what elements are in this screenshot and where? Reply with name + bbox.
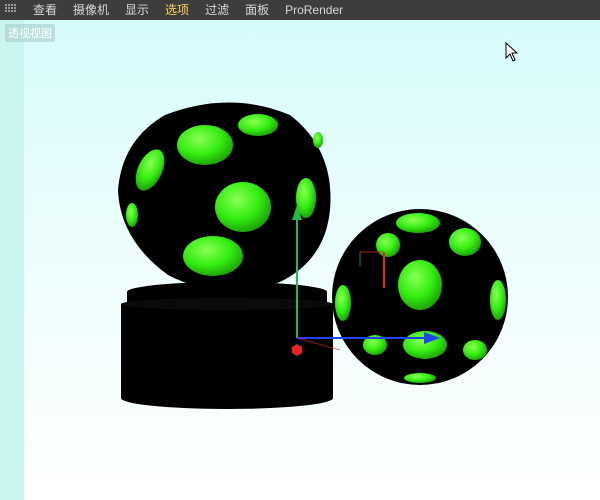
cylinder-object[interactable] — [121, 282, 333, 409]
menu-bar: 查看 摄像机 显示 选项 过滤 面板 ProRender — [0, 0, 600, 20]
grip-icon[interactable] — [5, 4, 19, 16]
mouse-cursor-icon — [505, 42, 519, 62]
menu-camera[interactable]: 摄像机 — [65, 0, 117, 20]
3d-viewport[interactable]: 透视视图 — [0, 20, 600, 500]
scene-render — [118, 102, 508, 409]
menu-display[interactable]: 显示 — [117, 0, 157, 20]
large-ball-object[interactable] — [118, 102, 331, 291]
menu-panel[interactable]: 面板 — [237, 0, 277, 20]
menu-filter[interactable]: 过滤 — [197, 0, 237, 20]
menu-options[interactable]: 选项 — [157, 0, 197, 20]
small-ball-object[interactable] — [332, 209, 508, 385]
menu-view[interactable]: 查看 — [25, 0, 65, 20]
menu-prorender[interactable]: ProRender — [277, 0, 351, 20]
